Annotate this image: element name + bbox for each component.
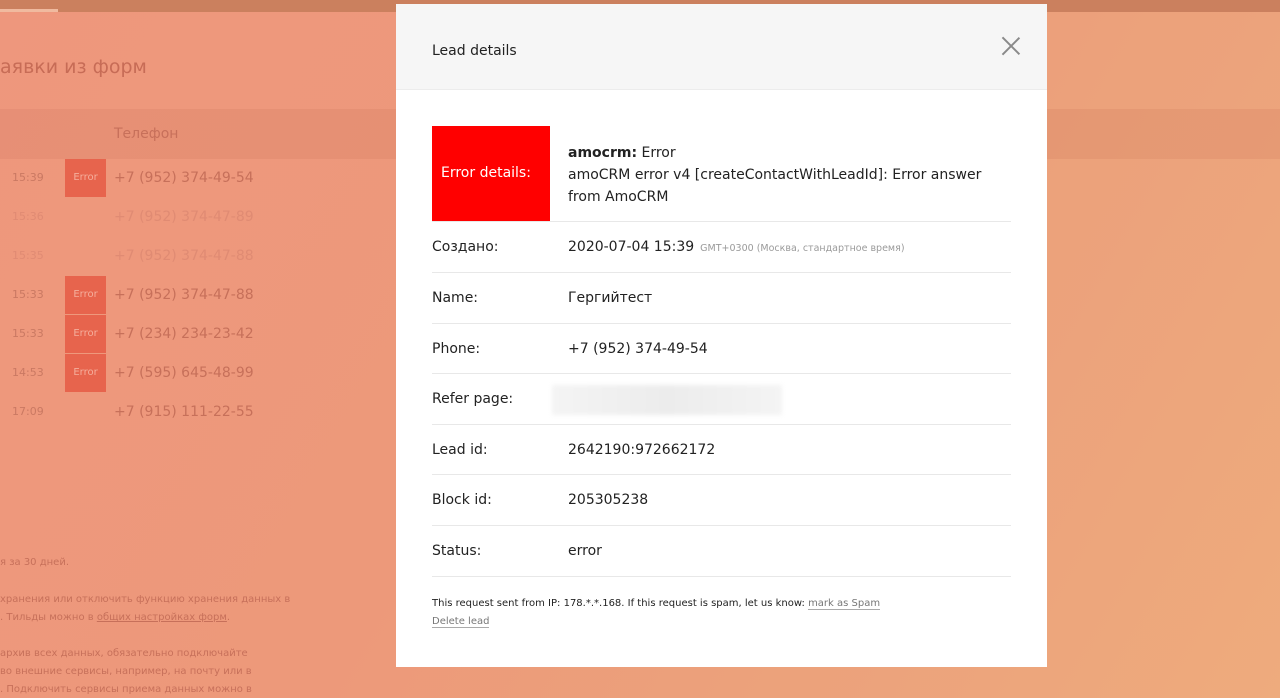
status-row: Status: error bbox=[432, 526, 1011, 577]
name-label: Name: bbox=[432, 290, 479, 306]
phone-label: Phone: bbox=[432, 341, 481, 357]
lead-id-label: Lead id: bbox=[432, 442, 488, 458]
created-row: Создано: 2020-07-04 15:39 GMT+0300 (Москв… bbox=[432, 222, 1011, 273]
error-source: amocrm: bbox=[568, 145, 638, 161]
error-message: amocrm: Error amoCRM error v4 [createCon… bbox=[568, 142, 1008, 208]
modal-header: Lead details bbox=[396, 4, 1047, 90]
lead-id-value: 2642190:972662172 bbox=[568, 442, 716, 458]
block-id-label: Block id: bbox=[432, 492, 492, 508]
lead-id-row: Lead id: 2642190:972662172 bbox=[432, 425, 1011, 475]
name-value: Гергийтест bbox=[568, 290, 653, 306]
block-id-value: 205305238 bbox=[568, 492, 649, 508]
timezone: GMT+0300 (Москва, стандартное время) bbox=[700, 243, 905, 254]
block-id-row: Block id: 205305238 bbox=[432, 475, 1011, 526]
lead-details-modal: Lead details Error details: amocrm: Erro… bbox=[396, 4, 1047, 667]
status-value: error bbox=[568, 543, 602, 559]
error-source-status: Error bbox=[641, 145, 676, 161]
created-value: 2020-07-04 15:39 GMT+0300 (Москва, станда… bbox=[568, 239, 905, 255]
refer-page-row: Refer page: bbox=[432, 374, 1011, 425]
ip-note: This request sent from IP: 178.*.*.168. … bbox=[432, 598, 881, 610]
error-details-label: Error details: bbox=[432, 126, 550, 221]
created-label: Создано: bbox=[432, 239, 499, 255]
refer-page-value-blurred bbox=[552, 385, 782, 415]
modal-title: Lead details bbox=[432, 43, 517, 59]
error-text: amoCRM error v4 [createContactWithLeadId… bbox=[568, 167, 982, 205]
refer-page-label: Refer page: bbox=[432, 391, 514, 407]
delete-lead-link[interactable]: Delete lead bbox=[432, 616, 490, 628]
mark-as-spam-link[interactable]: mark as Spam bbox=[808, 598, 881, 610]
phone-value: +7 (952) 374-49-54 bbox=[568, 341, 708, 357]
phone-row: Phone: +7 (952) 374-49-54 bbox=[432, 324, 1011, 374]
ip-note-text: This request sent from IP: 178.*.*.168. … bbox=[432, 598, 809, 609]
close-icon[interactable] bbox=[1001, 36, 1021, 56]
error-details-row: Error details: amocrm: Error amoCRM erro… bbox=[432, 126, 1011, 222]
status-label: Status: bbox=[432, 543, 482, 559]
name-row: Name: Гергийтест bbox=[432, 273, 1011, 324]
created-date: 2020-07-04 15:39 bbox=[568, 239, 695, 255]
